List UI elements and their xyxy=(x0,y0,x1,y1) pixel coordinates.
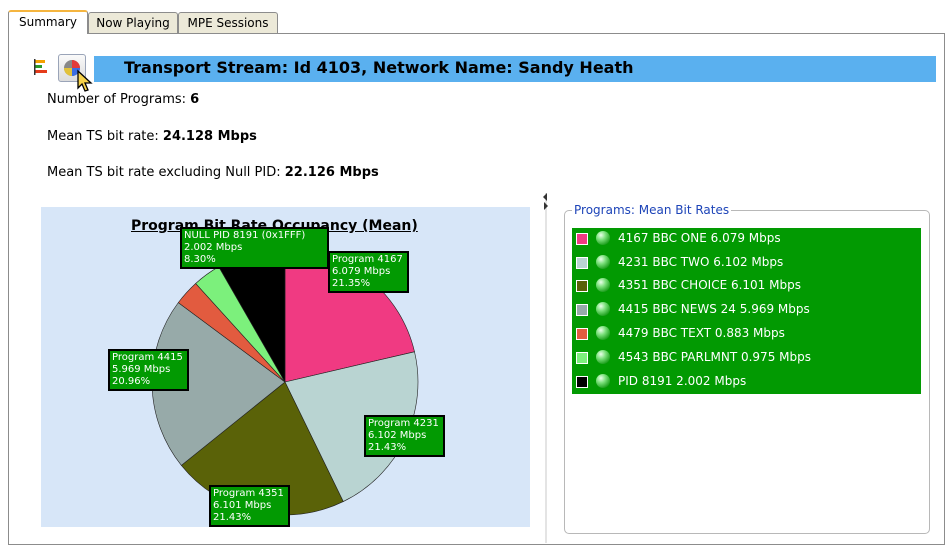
legend-item-4415[interactable]: 4415 BBC NEWS 24 5.969 Mbps xyxy=(572,299,921,323)
callout-4167-rate: 6.079 Mbps xyxy=(332,266,391,277)
status-led-icon xyxy=(596,255,610,269)
legend-swatch xyxy=(576,233,588,245)
callout-4231-label: Program 4231 xyxy=(368,418,439,429)
callout-4167-percent: 21.35% xyxy=(332,278,371,289)
legend-swatch xyxy=(576,304,588,316)
callout-4231: Program 4231 6.102 Mbps 21.43% xyxy=(364,415,445,457)
legend-title: Programs: Mean Bit Rates xyxy=(572,203,732,217)
legend-item-label: 4351 BBC CHOICE 6.101 Mbps xyxy=(618,278,801,292)
legend-swatch xyxy=(576,257,588,269)
callout-4415-label: Program 4415 xyxy=(112,352,183,363)
status-led-icon xyxy=(596,231,610,245)
callout-4167: Program 4167 6.079 Mbps 21.35% xyxy=(328,251,409,293)
legend-item-label: 4231 BBC TWO 6.102 Mbps xyxy=(618,255,784,269)
callout-null-pid-rate: 2.002 Mbps xyxy=(184,242,243,253)
legend-swatch xyxy=(576,328,588,340)
callout-4231-rate: 6.102 Mbps xyxy=(368,430,427,441)
callout-4351-label: Program 4351 xyxy=(213,488,284,499)
legend-swatch xyxy=(576,352,588,364)
legend-swatch xyxy=(576,280,588,292)
panel-splitter[interactable] xyxy=(541,193,551,543)
status-led-icon xyxy=(596,350,610,364)
callout-null-pid-label: NULL PID 8191 (0x1FFF) xyxy=(184,230,306,241)
callout-null-pid-percent: 8.30% xyxy=(184,254,216,265)
legend-item-4479[interactable]: 4479 BBC TEXT 0.883 Mbps xyxy=(572,323,921,347)
callout-4351: Program 4351 6.101 Mbps 21.43% xyxy=(209,485,290,527)
status-led-icon xyxy=(596,302,610,316)
callout-4415-percent: 20.96% xyxy=(112,376,151,387)
callout-4351-rate: 6.101 Mbps xyxy=(213,500,272,511)
legend-list: 4167 BBC ONE 6.079 Mbps 4231 BBC TWO 6.1… xyxy=(572,228,921,394)
legend-item-label: 4479 BBC TEXT 0.883 Mbps xyxy=(618,326,785,340)
legend-item-4543[interactable]: 4543 BBC PARLMNT 0.975 Mbps xyxy=(572,347,921,371)
status-led-icon xyxy=(596,326,610,340)
legend-item-label: 4415 BBC NEWS 24 5.969 Mbps xyxy=(618,302,810,316)
callout-4415: Program 4415 5.969 Mbps 20.96% xyxy=(108,349,189,391)
callout-4415-rate: 5.969 Mbps xyxy=(112,364,171,375)
legend-item-4167[interactable]: 4167 BBC ONE 6.079 Mbps xyxy=(572,228,921,252)
status-led-icon xyxy=(596,374,610,388)
legend-item-label: 4167 BBC ONE 6.079 Mbps xyxy=(618,231,781,245)
legend-item-4351[interactable]: 4351 BBC CHOICE 6.101 Mbps xyxy=(572,275,921,299)
tab-summary[interactable]: Summary xyxy=(8,10,88,34)
legend-item-label: PID 8191 2.002 Mbps xyxy=(618,374,747,388)
callout-null-pid: NULL PID 8191 (0x1FFF) 2.002 Mbps 8.30% xyxy=(180,227,329,269)
legend-item-label: 4543 BBC PARLMNT 0.975 Mbps xyxy=(618,350,811,364)
callout-4231-percent: 21.43% xyxy=(368,442,407,453)
legend-swatch xyxy=(576,376,588,388)
legend-item-4231[interactable]: 4231 BBC TWO 6.102 Mbps xyxy=(572,252,921,276)
callout-4167-label: Program 4167 xyxy=(332,254,403,265)
status-led-icon xyxy=(596,278,610,292)
legend-item-8191[interactable]: PID 8191 2.002 Mbps xyxy=(572,371,921,395)
callout-4351-percent: 21.43% xyxy=(213,512,252,523)
